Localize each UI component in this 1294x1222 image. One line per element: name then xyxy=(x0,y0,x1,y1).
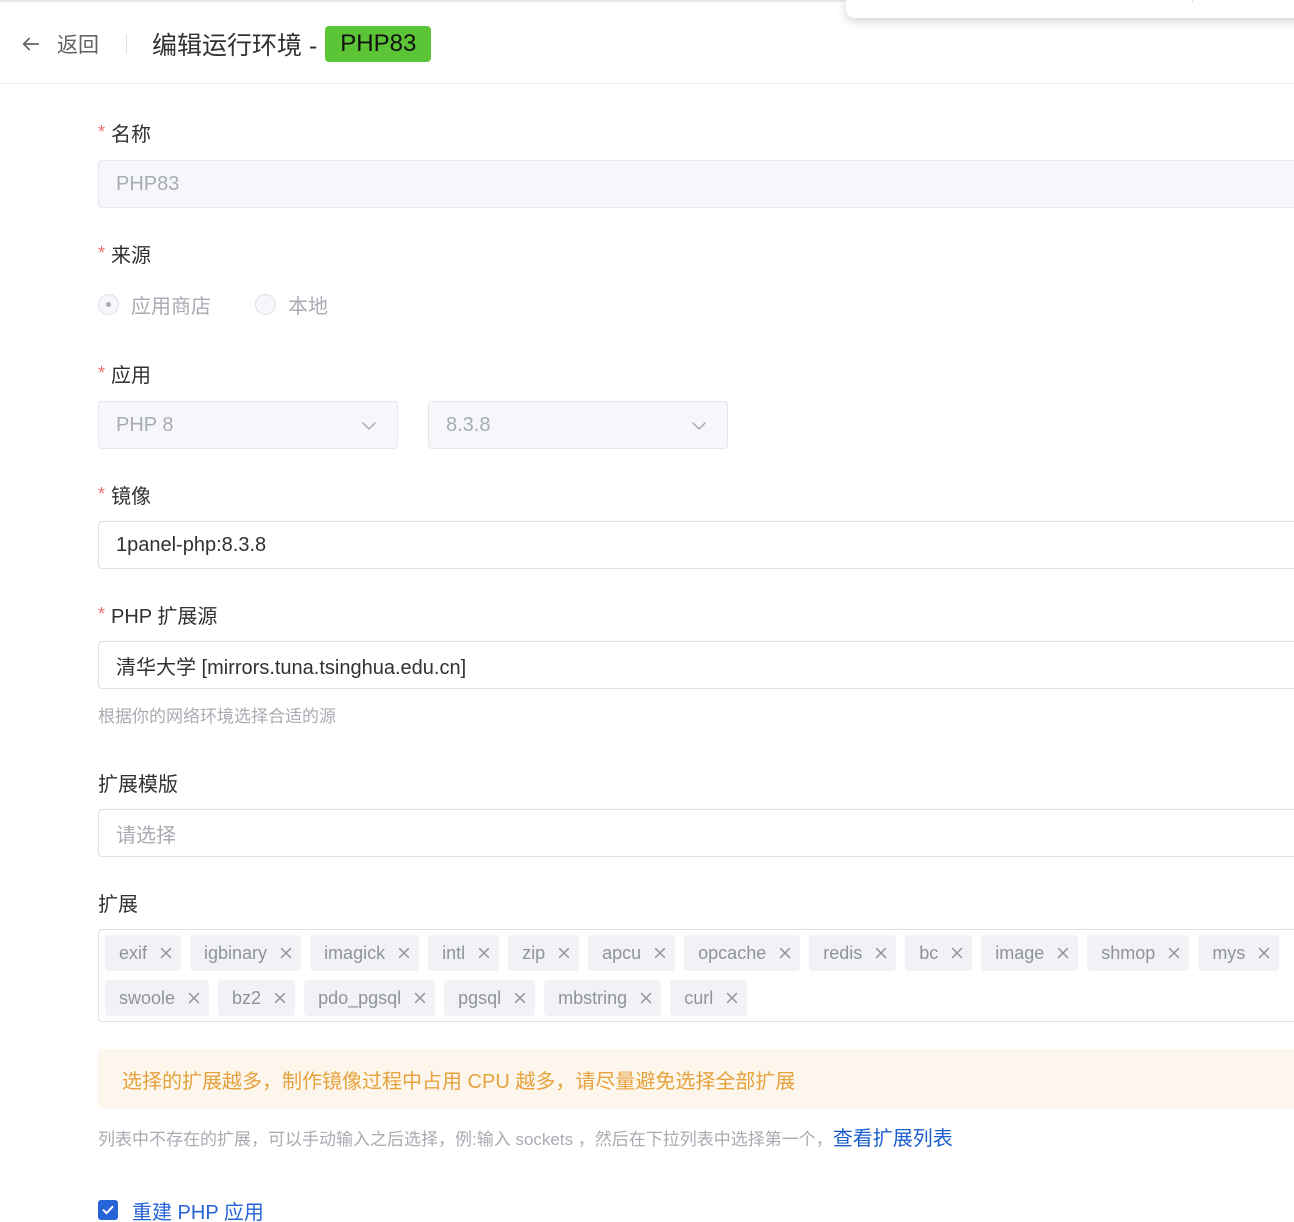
extension-tag: pdo_pgsql xyxy=(304,980,436,1016)
radio-circle xyxy=(98,293,119,315)
name-label: * 名称 xyxy=(98,122,152,146)
close-icon[interactable] xyxy=(1056,946,1070,960)
ext-template-select[interactable]: 请选择 xyxy=(98,809,1294,857)
extension-tag: redis xyxy=(809,935,897,971)
app-select[interactable]: PHP 8 xyxy=(98,401,398,449)
extension-tag-label: mys xyxy=(1212,942,1246,963)
image-input[interactable]: 1panel-php:8.3.8 xyxy=(98,521,1294,569)
extension-tag: swoole xyxy=(105,980,210,1016)
close-icon[interactable] xyxy=(1167,946,1181,960)
close-icon[interactable] xyxy=(725,991,739,1005)
page-title-text: 编辑运行环境 - xyxy=(152,32,318,60)
extension-tag: mbstring xyxy=(544,980,662,1016)
page-header: 返回 编辑运行环境 - PHP83 xyxy=(0,2,1294,84)
name-input[interactable]: PHP83 xyxy=(98,160,1294,208)
extension-tag-label: pgsql xyxy=(458,987,502,1008)
ext-manual-hint: 列表中不存在的扩展，可以手动输入之后选择，例:输入 sockets ，然后在下拉… xyxy=(98,1128,953,1150)
chevron-down-icon xyxy=(692,422,706,430)
extension-tag-label: bz2 xyxy=(232,987,262,1008)
extension-tag-label: pdo_pgsql xyxy=(318,987,402,1008)
extensions-row-2: swoole bz2 pdo_pgsql pgsql mbstring curl xyxy=(105,980,756,1016)
radio-local[interactable]: 本地 xyxy=(255,290,328,319)
chevron-down-icon xyxy=(362,422,376,430)
view-extensions-link[interactable]: 查看扩展列表 xyxy=(833,1128,953,1150)
extension-tag: apcu xyxy=(588,935,676,971)
close-icon[interactable] xyxy=(874,946,888,960)
extensions-label: 扩展 xyxy=(98,894,138,916)
extension-tag: intl xyxy=(428,935,500,971)
extension-tag: pgsql xyxy=(444,980,536,1016)
close-icon[interactable] xyxy=(397,946,411,960)
close-icon[interactable] xyxy=(778,946,792,960)
extension-tag: curl xyxy=(670,980,748,1016)
version-select[interactable]: 8.3.8 xyxy=(428,401,728,449)
close-icon[interactable] xyxy=(279,946,293,960)
extension-tag-label: swoole xyxy=(119,987,176,1008)
extension-tag-label: igbinary xyxy=(204,942,268,963)
source-label: * 来源 xyxy=(98,243,152,267)
close-icon[interactable] xyxy=(159,946,173,960)
close-icon[interactable] xyxy=(477,946,491,960)
close-icon[interactable] xyxy=(653,946,667,960)
extensions-select[interactable]: exif igbinary imagick intl zip apcu opcache red… xyxy=(98,929,1294,1022)
extension-tag: opcache xyxy=(684,935,801,971)
close-icon[interactable] xyxy=(187,991,201,1005)
radio-app-store[interactable]: 应用商店 xyxy=(98,290,211,319)
extension-tag: zip xyxy=(508,935,580,971)
close-icon[interactable] xyxy=(639,991,653,1005)
extension-tag-label: bc xyxy=(919,942,939,963)
close-icon[interactable] xyxy=(1257,946,1271,960)
extension-tag: image xyxy=(981,935,1079,971)
arrow-left-icon xyxy=(22,37,40,51)
close-icon[interactable] xyxy=(413,991,427,1005)
back-label: 返回 xyxy=(57,34,99,57)
extension-tag-label: apcu xyxy=(602,942,642,963)
radio-circle xyxy=(255,293,276,315)
image-label: * 镜像 xyxy=(98,484,152,508)
page-title: 编辑运行环境 - PHP83 xyxy=(152,26,432,62)
extension-tag-label: image xyxy=(995,942,1045,963)
extension-tag-label: mbstring xyxy=(558,987,628,1008)
close-icon[interactable] xyxy=(513,991,527,1005)
ext-template-label: 扩展模版 xyxy=(98,774,178,796)
header-divider xyxy=(126,34,127,54)
extension-tag: exif xyxy=(105,935,182,971)
extension-tag-label: imagick xyxy=(324,942,386,963)
extension-tag-label: shmop xyxy=(1101,942,1156,963)
runtime-tag: PHP83 xyxy=(325,26,432,62)
extension-tag: bc xyxy=(905,935,973,971)
rebuild-label: 重建 PHP 应用 xyxy=(132,1201,264,1222)
close-icon[interactable] xyxy=(273,991,287,1005)
extensions-row-1: exif igbinary imagick intl zip apcu opcache red… xyxy=(105,935,1288,971)
ext-source-hint: 根据你的网络环境选择合适的源 xyxy=(98,707,336,726)
extension-tag-label: zip xyxy=(522,942,546,963)
extension-tag-label: redis xyxy=(823,942,863,963)
close-icon[interactable] xyxy=(950,946,964,960)
warning-alert: 选择的扩展越多，制作镜像过程中占用 CPU 越多，请尽量避免选择全部扩展 xyxy=(98,1049,1294,1109)
extension-tag-label: opcache xyxy=(698,942,767,963)
rebuild-checkbox[interactable] xyxy=(98,1200,118,1220)
extension-tag-label: curl xyxy=(684,987,714,1008)
ext-source-select[interactable]: 清华大学 [mirrors.tuna.tsinghua.edu.cn] xyxy=(98,641,1294,689)
source-radio-group: 应用商店 本地 xyxy=(98,290,372,318)
rebuild-checkbox-row[interactable]: 重建 PHP 应用 xyxy=(98,1197,264,1222)
close-icon[interactable] xyxy=(557,946,571,960)
extension-tag-label: intl xyxy=(442,942,466,963)
extension-tag: shmop xyxy=(1087,935,1190,971)
check-icon xyxy=(102,1205,114,1215)
app-label: * 应用 xyxy=(98,363,152,387)
back-button[interactable]: 返回 xyxy=(20,29,99,59)
extension-tag: mys xyxy=(1198,935,1280,971)
extension-tag: igbinary xyxy=(190,935,302,971)
extension-tag-label: exif xyxy=(119,942,148,963)
extension-tag: bz2 xyxy=(218,980,296,1016)
ext-source-label: * PHP 扩展源 xyxy=(98,604,218,628)
extension-tag: imagick xyxy=(310,935,420,971)
